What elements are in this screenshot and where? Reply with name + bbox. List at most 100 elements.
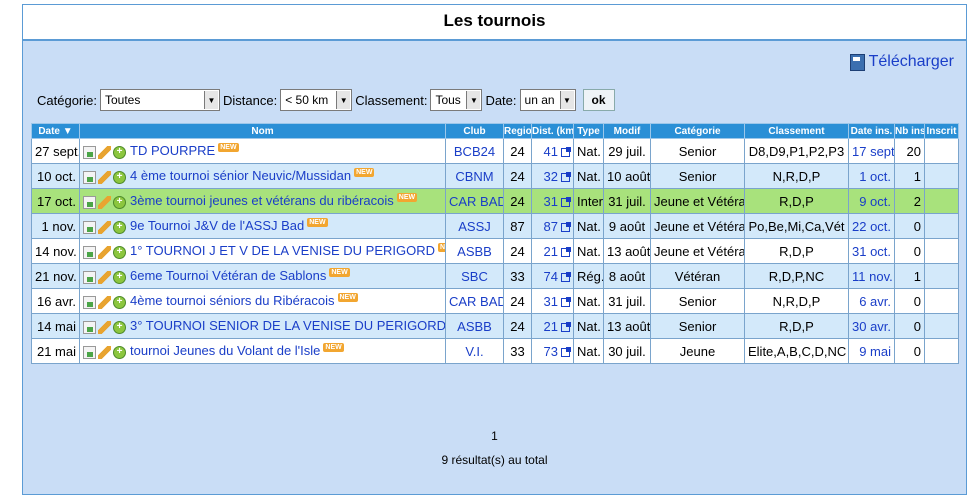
date-ins-link[interactable]: 30 avr. <box>852 319 891 334</box>
col-region[interactable]: Region <box>503 123 532 139</box>
col-date-ins[interactable]: Date ins. <box>848 123 895 139</box>
external-link-icon[interactable] <box>561 296 571 307</box>
distance-link[interactable]: 32 <box>544 169 558 184</box>
pagination[interactable]: 1 <box>23 429 966 443</box>
cell-inscrit <box>924 263 959 289</box>
cell-club: CAR BAD <box>445 288 504 314</box>
date-ins-link[interactable]: 6 avr. <box>859 294 891 309</box>
add-icon[interactable]: + <box>113 320 126 334</box>
external-link-icon[interactable] <box>561 246 571 257</box>
add-icon[interactable]: + <box>113 170 126 184</box>
col-classement[interactable]: Classement <box>744 123 849 139</box>
distance-select[interactable]: < 50 km ▼ <box>280 89 353 111</box>
date-ins-link[interactable]: 9 oct. <box>859 194 891 209</box>
document-icon[interactable] <box>83 170 96 184</box>
col-categorie[interactable]: Catégorie <box>650 123 745 139</box>
date-ins-link[interactable]: 11 nov. <box>852 269 893 284</box>
date-select[interactable]: un an ▼ <box>519 89 576 111</box>
external-link-icon[interactable] <box>561 171 571 182</box>
pencil-icon[interactable] <box>98 170 111 184</box>
club-link[interactable]: ASBB <box>457 244 492 259</box>
date-ins-link[interactable]: 22 oct. <box>852 219 891 234</box>
cell-dist: 74 <box>531 263 574 289</box>
document-icon[interactable] <box>83 270 96 284</box>
tournament-link[interactable]: 3° TOURNOI SENIOR DE LA VENISE DU PERIGO… <box>130 318 445 333</box>
tournament-link[interactable]: tournoi Jeunes du Volant de l'Isle <box>130 343 320 358</box>
col-modif[interactable]: Modif <box>603 123 651 139</box>
club-link[interactable]: CAR BAD <box>449 194 503 209</box>
col-nom[interactable]: Nom <box>79 123 446 139</box>
date-ins-link[interactable]: 9 mai <box>859 344 891 359</box>
pencil-icon[interactable] <box>98 320 111 334</box>
external-link-icon[interactable] <box>561 196 571 207</box>
distance-link[interactable]: 31 <box>544 194 558 209</box>
date-ins-link[interactable]: 1 oct. <box>859 169 891 184</box>
tournament-link[interactable]: 4 ème tournoi sénior Neuvic/Mussidan <box>130 168 351 183</box>
col-date[interactable]: Date ▼ <box>31 123 80 139</box>
distance-link[interactable]: 31 <box>544 294 558 309</box>
club-link[interactable]: SBC <box>461 269 488 284</box>
external-link-icon[interactable] <box>561 221 571 232</box>
add-icon[interactable]: + <box>113 270 126 284</box>
club-link[interactable]: ASBB <box>457 319 492 334</box>
col-inscrit[interactable]: Inscrit <box>924 123 959 139</box>
add-icon[interactable]: + <box>113 220 126 234</box>
club-link[interactable]: ASSJ <box>458 219 491 234</box>
classement-select[interactable]: Tous ▼ <box>430 89 483 111</box>
club-link[interactable]: BCB24 <box>454 144 495 159</box>
external-link-icon[interactable] <box>561 321 571 332</box>
pencil-icon[interactable] <box>98 245 111 259</box>
distance-link[interactable]: 21 <box>544 319 558 334</box>
document-icon[interactable] <box>83 195 96 209</box>
download-link[interactable]: Télécharger <box>849 53 954 71</box>
col-dist[interactable]: Dist. (km) <box>531 123 574 139</box>
club-link[interactable]: V.I. <box>465 344 483 359</box>
add-icon[interactable]: + <box>113 295 126 309</box>
cell-categorie: Vétéran <box>650 263 745 289</box>
col-club[interactable]: Club <box>445 123 504 139</box>
document-icon[interactable] <box>83 245 96 259</box>
distance-link[interactable]: 73 <box>544 344 558 359</box>
document-icon[interactable] <box>83 145 96 159</box>
date-ins-link[interactable]: 31 oct. <box>852 244 891 259</box>
distance-link[interactable]: 21 <box>544 244 558 259</box>
tournament-link[interactable]: TD POURPRE <box>130 143 215 158</box>
pencil-icon[interactable] <box>98 345 111 359</box>
cell-date-ins: 30 avr. <box>848 313 895 339</box>
club-link[interactable]: CBNM <box>455 169 493 184</box>
cell-dist: 41 <box>531 138 574 164</box>
document-icon[interactable] <box>83 295 96 309</box>
distance-link[interactable]: 41 <box>544 144 558 159</box>
external-link-icon[interactable] <box>561 271 571 282</box>
add-icon[interactable]: + <box>113 245 126 259</box>
pencil-icon[interactable] <box>98 295 111 309</box>
add-icon[interactable]: + <box>113 345 126 359</box>
pencil-icon[interactable] <box>98 220 111 234</box>
page-title: Les tournois <box>23 5 966 41</box>
document-icon[interactable] <box>83 320 96 334</box>
date-ins-link[interactable]: 17 sept. <box>852 144 894 159</box>
external-link-icon[interactable] <box>561 146 571 157</box>
tournament-link[interactable]: 9e Tournoi J&V de l'ASSJ Bad <box>130 218 304 233</box>
pencil-icon[interactable] <box>98 145 111 159</box>
external-link-icon[interactable] <box>561 346 571 357</box>
club-link[interactable]: CAR BAD <box>449 294 503 309</box>
pencil-icon[interactable] <box>98 270 111 284</box>
categorie-select[interactable]: Toutes ▼ <box>99 89 220 111</box>
distance-link[interactable]: 87 <box>544 219 558 234</box>
tournament-link[interactable]: 4ème tournoi séniors du Ribéracois <box>130 293 335 308</box>
add-icon[interactable]: + <box>113 195 126 209</box>
col-nb-ins[interactable]: Nb ins. <box>894 123 925 139</box>
distance-link[interactable]: 74 <box>544 269 558 284</box>
document-icon[interactable] <box>83 220 96 234</box>
pencil-icon[interactable] <box>98 195 111 209</box>
ok-button[interactable]: ok <box>582 89 615 111</box>
table-row: 16 avr. +4ème tournoi séniors du Ribéraco… <box>31 288 959 314</box>
tournament-link[interactable]: 1° TOURNOI J ET V DE LA VENISE DU PERIGO… <box>130 243 435 258</box>
document-icon[interactable] <box>83 345 96 359</box>
tournament-link[interactable]: 3ème tournoi jeunes et vétérans du ribér… <box>130 193 394 208</box>
cell-type: Nat. <box>573 213 604 239</box>
add-icon[interactable]: + <box>113 145 126 159</box>
tournament-link[interactable]: 6eme Tournoi Vétéran de Sablons <box>130 268 326 283</box>
col-type[interactable]: Type <box>573 123 604 139</box>
